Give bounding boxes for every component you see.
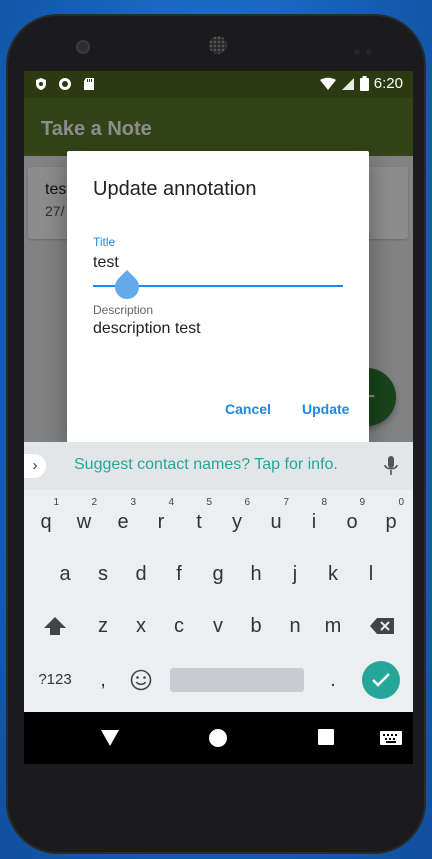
status-time: 6:20 [373, 75, 403, 92]
description-field-label: Description [93, 303, 154, 317]
key-a[interactable]: a [50, 555, 80, 593]
key-7[interactable]: i8 [299, 497, 329, 541]
navigation-bar [24, 712, 413, 764]
key-1[interactable]: w2 [69, 497, 99, 541]
wifi-icon [319, 77, 336, 90]
key-g[interactable]: g [203, 555, 233, 593]
sd-card-icon [84, 78, 94, 90]
key-number-hint: 7 [283, 497, 289, 508]
microphone-icon[interactable] [384, 456, 398, 476]
front-camera [76, 40, 90, 54]
key-c[interactable]: c [164, 607, 194, 645]
key-5[interactable]: y6 [222, 497, 252, 541]
keyboard-switch-icon[interactable] [380, 731, 402, 745]
done-key[interactable] [362, 661, 400, 699]
key-number-hint: 5 [206, 497, 212, 508]
title-field-label: Title [93, 235, 116, 249]
shield-icon [36, 78, 46, 90]
period-key[interactable]: . [318, 661, 348, 699]
space-bar[interactable] [170, 668, 304, 692]
key-j[interactable]: j [280, 555, 310, 593]
update-annotation-dialog: Update annotation Title test Description… [67, 151, 369, 443]
key-number-hint: 2 [91, 497, 97, 508]
suggestion-text[interactable]: Suggest contact names? Tap for info. [74, 456, 338, 474]
chevron-right-icon[interactable]: › [24, 454, 46, 478]
key-l[interactable]: l [356, 555, 386, 593]
check-icon [372, 673, 390, 687]
emoji-key[interactable] [126, 661, 156, 699]
key-8[interactable]: o9 [337, 497, 367, 541]
key-n[interactable]: n [280, 607, 310, 645]
title-input[interactable]: test [93, 254, 119, 272]
key-number-hint: 1 [53, 497, 59, 508]
cancel-button[interactable]: Cancel [225, 401, 271, 417]
key-h[interactable]: h [241, 555, 271, 593]
back-icon[interactable] [101, 730, 119, 746]
symbols-key[interactable]: ?123 [36, 661, 74, 699]
backspace-key[interactable] [367, 607, 397, 645]
key-z[interactable]: z [88, 607, 118, 645]
suggestion-strip: › Suggest contact names? Tap for info. [24, 442, 413, 490]
earpiece-speaker [209, 36, 227, 54]
proximity-sensors [354, 42, 380, 55]
backspace-icon [370, 618, 394, 634]
shift-key[interactable] [40, 607, 70, 645]
key-number-hint: 0 [398, 497, 404, 508]
key-number-hint: 3 [130, 497, 136, 508]
battery-icon [359, 76, 369, 91]
record-icon [59, 78, 71, 90]
status-bar: 6:20 [24, 71, 413, 98]
keyboard-row-3: zxcvbnm [24, 607, 413, 645]
key-0[interactable]: q1 [31, 497, 61, 541]
key-6[interactable]: u7 [261, 497, 291, 541]
keyboard-row-2: asdfghjkl [24, 555, 413, 593]
update-button[interactable]: Update [302, 401, 349, 417]
key-x[interactable]: x [126, 607, 156, 645]
cell-signal-icon [341, 77, 354, 90]
key-number-hint: 8 [321, 497, 327, 508]
device-screen: 6:20 Take a Note test 27/ + Update annot… [24, 71, 413, 764]
key-m[interactable]: m [318, 607, 348, 645]
soft-keyboard: › Suggest contact names? Tap for info. q… [24, 442, 413, 712]
key-v[interactable]: v [203, 607, 233, 645]
key-number-hint: 4 [168, 497, 174, 508]
home-icon[interactable] [209, 729, 227, 747]
text-cursor-handle[interactable] [110, 270, 144, 304]
key-d[interactable]: d [126, 555, 156, 593]
dialog-scrim: Update annotation Title test Description… [24, 98, 413, 443]
key-2[interactable]: e3 [108, 497, 138, 541]
key-4[interactable]: t5 [184, 497, 214, 541]
recents-icon[interactable] [318, 729, 334, 745]
key-3[interactable]: r4 [146, 497, 176, 541]
key-number-hint: 6 [244, 497, 250, 508]
emoji-icon [130, 669, 152, 691]
keyboard-row-1: q1w2e3r4t5y6u7i8o9p0 [24, 497, 413, 541]
key-k[interactable]: k [318, 555, 348, 593]
key-f[interactable]: f [164, 555, 194, 593]
key-s[interactable]: s [88, 555, 118, 593]
description-input[interactable]: description test [93, 320, 201, 338]
dialog-title: Update annotation [93, 178, 257, 200]
comma-key[interactable]: , [88, 661, 118, 699]
shift-icon [44, 617, 66, 635]
key-b[interactable]: b [241, 607, 271, 645]
key-9[interactable]: p0 [376, 497, 406, 541]
key-number-hint: 9 [359, 497, 365, 508]
